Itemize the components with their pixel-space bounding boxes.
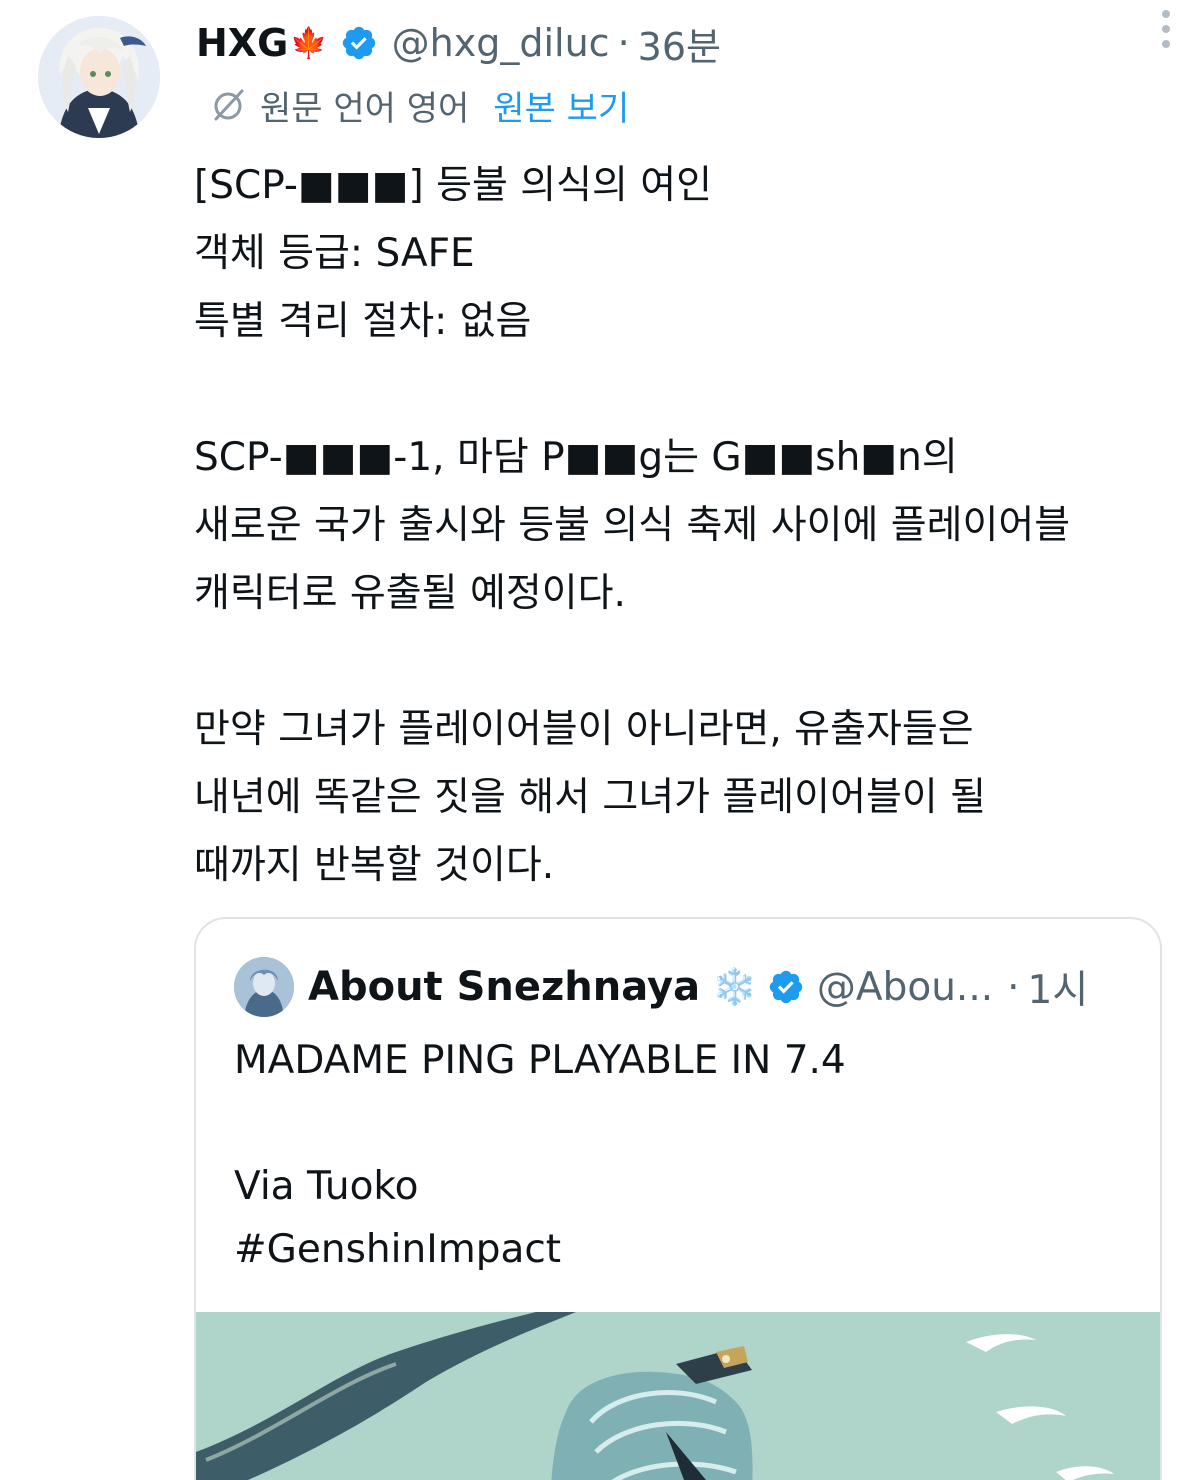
author-name[interactable]: HXG [196,21,288,65]
tweet-text: [SCP-■■■] 등불 의식의 여인 객체 등급: SAFE 특별 격리 절차… [194,152,1174,900]
translate-globe-icon [214,89,244,121]
quoted-line: MADAME PING PLAYABLE IN 7.4 [234,1038,846,1083]
author-avatar[interactable] [38,16,160,138]
tweet-line: 때까지 반복할 것이다. [194,843,555,888]
tweet-line: 내년에 똑같은 짓을 해서 그녀가 플레이어블이 될 [194,775,986,820]
quoted-author-handle: @Abou... [816,964,994,1010]
quoted-timestamp: 1시 [1027,968,1089,1013]
tweet-header: HXG 🍁 @hxg_diluc · 36분 [196,14,1160,72]
more-options-icon[interactable] [1146,4,1186,54]
quoted-media-image[interactable] [196,1312,1160,1480]
separator-dot: · [617,21,630,65]
quoted-tweet-card[interactable]: About Snezhnaya ❄️ @Abou... · 1시 MADAME … [194,917,1162,1480]
source-language-label: 원문 언어 영어 [260,88,470,129]
quoted-blank-line [234,1092,1134,1155]
tweet-line: 객체 등급: SAFE [194,231,475,276]
maple-leaf-emoji: 🍁 [290,25,328,61]
quoted-tweet-header: About Snezhnaya ❄️ @Abou... · 1시 [234,955,1130,1019]
translation-notice: 원문 언어 영어 원본 보기 [208,80,629,130]
verified-badge-icon [340,24,378,62]
tweet-line: 새로운 국가 출시와 등불 의식 축제 사이에 플레이어블 [194,503,1071,548]
quoted-tweet-text: MADAME PING PLAYABLE IN 7.4 Via Tuoko #G… [234,1029,1134,1281]
verified-badge-icon [767,968,805,1006]
quoted-line: Via Tuoko [234,1164,419,1209]
tweet-timestamp[interactable]: 36분 [638,16,721,71]
tweet-line: 만약 그녀가 플레이어블이 아니라면, 유출자들은 [194,707,974,752]
quoted-author-avatar[interactable] [234,957,294,1017]
tweet-line: 캐릭터로 유출될 예정이다. [194,571,626,616]
hashtag-link[interactable]: #GenshinImpact [234,1218,1134,1281]
tweet-line: [SCP-■■■] 등불 의식의 여인 [194,163,713,208]
snowflake-icon: ❄️ [712,967,757,1008]
author-handle[interactable]: @hxg_diluc [392,21,610,65]
show-original-link[interactable]: 원본 보기 [493,81,629,130]
tweet-line: SCP-■■■-1, 마담 P■■g는 G■■sh■n의 [194,435,958,480]
tweet-line: 특별 격리 절차: 없음 [194,299,532,344]
quoted-author-name: About Snezhnaya [308,964,701,1010]
tweet[interactable]: HXG 🍁 @hxg_diluc · 36분 원문 언어 영어 원본 보기 [S… [0,0,1200,1480]
separator-dot: · [1007,964,1020,1010]
